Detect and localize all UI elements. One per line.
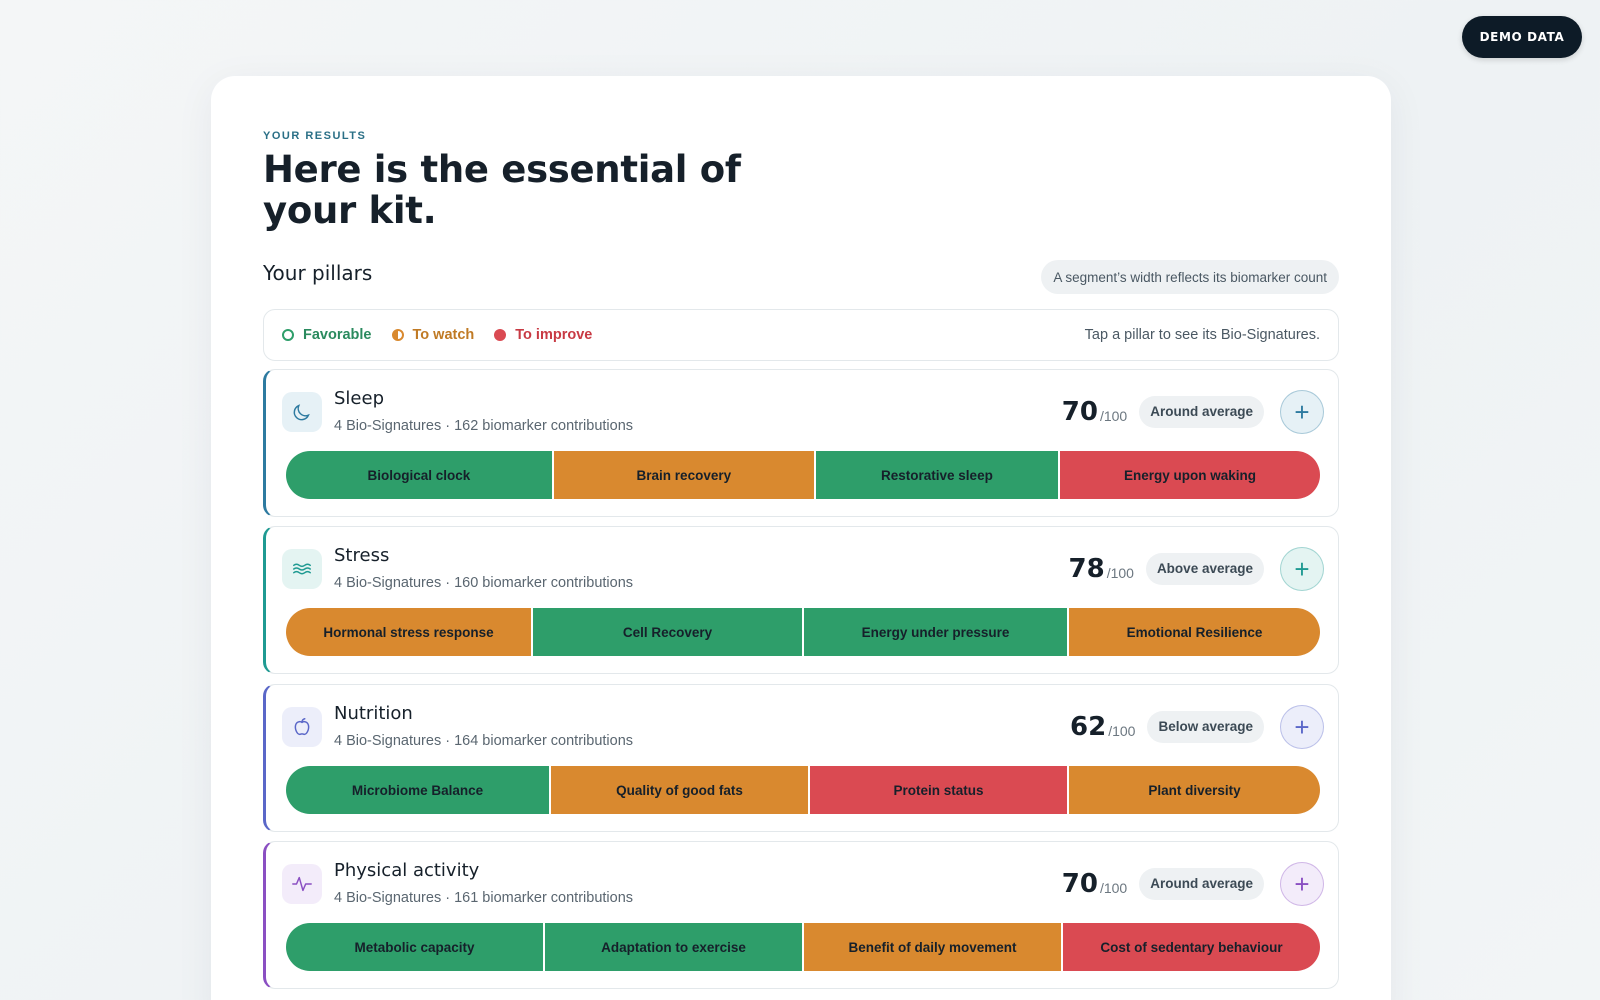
to-watch-dot-icon: [391, 329, 404, 341]
pillar-score-denominator: /100: [1099, 879, 1128, 896]
bio-signature-segment[interactable]: Cell Recovery: [533, 608, 804, 656]
pillar-card[interactable]: Sleep 4 Bio-Signatures · 162 biomarker c…: [263, 369, 1339, 517]
bio-signature-segment[interactable]: Biological clock: [286, 451, 554, 499]
legend-hint: Tap a pillar to see its Bio-Signatures.: [1084, 327, 1320, 343]
favorable-dot-icon: [282, 329, 294, 341]
pillar-score-group: 70 /100 Around average +: [1062, 861, 1324, 906]
bio-signature-segment[interactable]: Adaptation to exercise: [545, 923, 804, 971]
eyebrow-label: YOUR RESULTS: [263, 130, 367, 142]
pillar-name: Nutrition: [334, 703, 413, 724]
bio-signature-segment[interactable]: Microbiome Balance: [286, 766, 551, 814]
bio-signature-bar: Microbiome Balance Quality of good fats Pr…: [286, 766, 1320, 814]
pillar-score: 70: [1061, 868, 1098, 899]
section-title: Your pillars: [263, 261, 373, 285]
expand-pillar-button[interactable]: +: [1280, 389, 1324, 434]
moon-icon: [282, 392, 322, 432]
bio-signature-segment[interactable]: Metabolic capacity: [286, 923, 545, 971]
legend-to-improve: To improve: [494, 327, 592, 343]
results-card: YOUR RESULTS Here is the essential of yo…: [211, 76, 1391, 1000]
bio-signature-bar: Biological clock Brain recovery Restorativ…: [286, 451, 1320, 499]
pillar-score: 62: [1070, 711, 1107, 742]
pillar-card[interactable]: Physical activity 4 Bio-Signatures · 161…: [263, 841, 1339, 989]
bio-signature-bar: Hormonal stress response Cell Recovery Ene…: [286, 608, 1320, 656]
bio-signature-segment[interactable]: Quality of good fats: [550, 766, 810, 814]
bio-signature-bar: Metabolic capacity Adaptation to exercise…: [286, 923, 1320, 971]
pillar-score-denominator: /100: [1106, 564, 1134, 581]
status-legend: Favorable To watch To improve Tap a pill…: [263, 309, 1339, 361]
plus-icon: +: [1294, 553, 1310, 584]
pillar-score: 78: [1068, 553, 1105, 584]
waves-icon: [282, 549, 322, 589]
pillar-name: Physical activity: [334, 860, 480, 881]
bio-signature-segment[interactable]: Benefit of daily movement: [804, 923, 1063, 971]
bio-signature-segment[interactable]: Protein status: [809, 766, 1069, 814]
demo-data-badge[interactable]: DEMO DATA: [1462, 16, 1582, 58]
pillar-score-group: 78 /100 Above average +: [1068, 546, 1324, 591]
segment-width-hint: A segment’s width reflects its biomarker…: [1041, 260, 1339, 294]
pillar-meta: 4 Bio-Signatures · 164 biomarker contrib…: [334, 733, 634, 749]
pillar-rating-badge: Around average: [1139, 395, 1264, 428]
expand-pillar-button[interactable]: +: [1280, 704, 1324, 749]
pillar-score-group: 62 /100 Below average +: [1070, 704, 1324, 749]
legend-favorable-label: Favorable: [303, 327, 372, 343]
legend-favorable: Favorable: [282, 327, 372, 343]
expand-pillar-button[interactable]: +: [1280, 861, 1324, 906]
plus-icon: +: [1294, 396, 1310, 427]
pillar-name: Stress: [334, 545, 390, 566]
pillar-score-group: 70 /100 Around average +: [1062, 389, 1324, 434]
bio-signature-segment[interactable]: Brain recovery: [553, 451, 816, 499]
apple-icon: [282, 707, 322, 747]
pillar-score-denominator: /100: [1108, 722, 1136, 739]
plus-icon: +: [1294, 711, 1310, 742]
bio-signature-segment[interactable]: Emotional Resilience: [1068, 608, 1320, 656]
pillar-score-denominator: /100: [1099, 407, 1128, 424]
pillar-meta: 4 Bio-Signatures · 160 biomarker contrib…: [334, 575, 634, 591]
expand-pillar-button[interactable]: +: [1280, 546, 1324, 591]
bio-signature-segment[interactable]: Energy under pressure: [804, 608, 1069, 656]
pillar-score: 70: [1061, 396, 1098, 427]
pillar-rating-badge: Below average: [1147, 710, 1264, 743]
pillar-name: Sleep: [334, 388, 385, 409]
to-improve-dot-icon: [494, 329, 507, 341]
pillar-rating-badge: Above average: [1145, 552, 1264, 585]
page-title: Here is the essential of your kit.: [263, 148, 741, 232]
bio-signature-segment[interactable]: Energy upon waking: [1060, 451, 1320, 499]
bio-signature-segment[interactable]: Restorative sleep: [815, 451, 1061, 499]
pulse-icon: [282, 864, 322, 904]
legend-to-watch-label: To watch: [412, 327, 475, 343]
pillar-card[interactable]: Nutrition 4 Bio-Signatures · 164 biomark…: [263, 684, 1339, 832]
legend-to-improve-label: To improve: [515, 327, 593, 343]
legend-to-watch: To watch: [391, 327, 475, 343]
bio-signature-segment[interactable]: Hormonal stress response: [286, 608, 534, 656]
pillar-meta: 4 Bio-Signatures · 161 biomarker contrib…: [334, 890, 634, 906]
pillar-card[interactable]: Stress 4 Bio-Signatures · 160 biomarker …: [263, 526, 1339, 674]
plus-icon: +: [1294, 868, 1310, 899]
pillar-meta: 4 Bio-Signatures · 162 biomarker contrib…: [334, 418, 634, 434]
pillar-rating-badge: Around average: [1139, 867, 1264, 900]
bio-signature-segment[interactable]: Plant diversity: [1068, 766, 1320, 814]
bio-signature-segment[interactable]: Cost of sedentary behaviour: [1063, 923, 1320, 971]
